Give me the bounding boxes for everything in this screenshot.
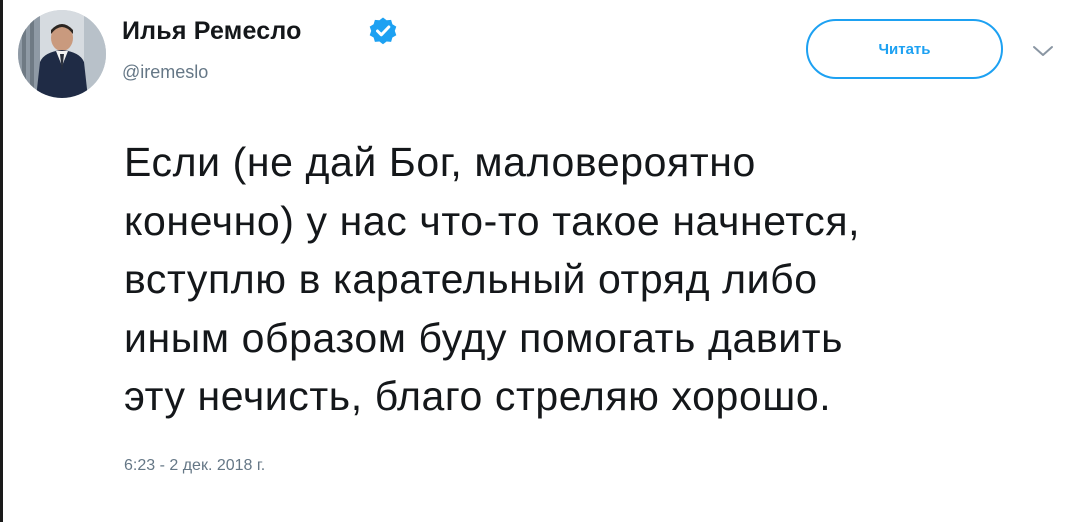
- user-handle[interactable]: @iremeslo: [122, 62, 208, 83]
- chevron-down-icon[interactable]: [1030, 42, 1056, 60]
- avatar[interactable]: [18, 10, 106, 98]
- tweet-text-line: конечно) у нас что-то такое начнется,: [124, 197, 861, 244]
- tweet-text: Если (не дай Бог, маловероятно конечно) …: [124, 133, 1054, 426]
- tweet-text-line: эту нечисть, благо стреляю хорошо.: [124, 373, 832, 419]
- tweet-card: Илья Ремесло @iremeslo Читать Если (не д…: [0, 0, 1080, 522]
- follow-button[interactable]: Читать: [806, 19, 1003, 79]
- verified-badge-icon: [369, 17, 397, 45]
- avatar-photo-icon: [18, 10, 106, 98]
- tweet-text-line: вступлю в карательный отряд либо: [124, 256, 818, 302]
- display-name[interactable]: Илья Ремесло: [122, 17, 302, 46]
- tweet-text-line: иным образом буду помогать давить: [124, 314, 844, 361]
- tweet-text-line: Если (не дай Бог, маловероятно: [124, 139, 756, 185]
- tweet-timestamp[interactable]: 6:23 - 2 дек. 2018 г.: [124, 457, 265, 475]
